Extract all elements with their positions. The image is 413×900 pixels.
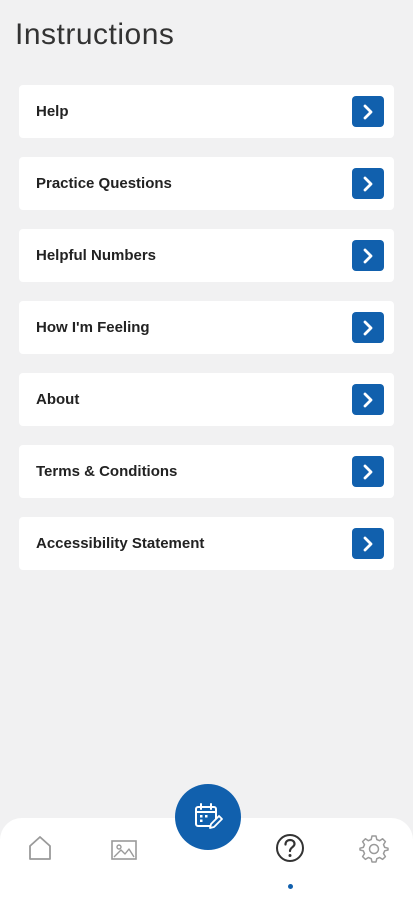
menu-item-label: Terms & Conditions xyxy=(36,463,178,480)
menu-item-label: Accessibility Statement xyxy=(36,535,205,552)
menu-item-label: About xyxy=(36,391,80,408)
menu-list: Help Practice Questions Helpful Numbers … xyxy=(19,85,394,589)
chevron-right-icon[interactable] xyxy=(352,312,384,343)
menu-item-terms-conditions[interactable]: Terms & Conditions xyxy=(19,445,394,498)
menu-item-about[interactable]: About xyxy=(19,373,394,426)
menu-item-helpful-numbers[interactable]: Helpful Numbers xyxy=(19,229,394,282)
menu-item-label: How I'm Feeling xyxy=(36,319,150,336)
menu-item-accessibility-statement[interactable]: Accessibility Statement xyxy=(19,517,394,570)
home-icon[interactable] xyxy=(24,832,56,864)
page-title: Instructions xyxy=(15,18,175,51)
instructions-screen: Instructions Help Practice Questions Hel… xyxy=(0,0,413,900)
menu-item-label: Help xyxy=(36,103,69,120)
gallery-icon[interactable] xyxy=(107,834,141,866)
menu-item-label: Practice Questions xyxy=(36,175,172,192)
settings-icon[interactable] xyxy=(357,831,391,865)
chevron-right-icon[interactable] xyxy=(352,96,384,127)
help-icon[interactable] xyxy=(273,831,307,865)
chevron-right-icon[interactable] xyxy=(352,384,384,415)
active-tab-indicator xyxy=(288,884,293,889)
chevron-right-icon[interactable] xyxy=(352,528,384,559)
chevron-right-icon[interactable] xyxy=(352,240,384,271)
menu-item-practice-questions[interactable]: Practice Questions xyxy=(19,157,394,210)
menu-item-how-im-feeling[interactable]: How I'm Feeling xyxy=(19,301,394,354)
calendar-edit-icon[interactable] xyxy=(175,784,241,850)
menu-item-label: Helpful Numbers xyxy=(36,247,157,264)
chevron-right-icon[interactable] xyxy=(352,168,384,199)
chevron-right-icon[interactable] xyxy=(352,456,384,487)
menu-item-help[interactable]: Help xyxy=(19,85,394,138)
